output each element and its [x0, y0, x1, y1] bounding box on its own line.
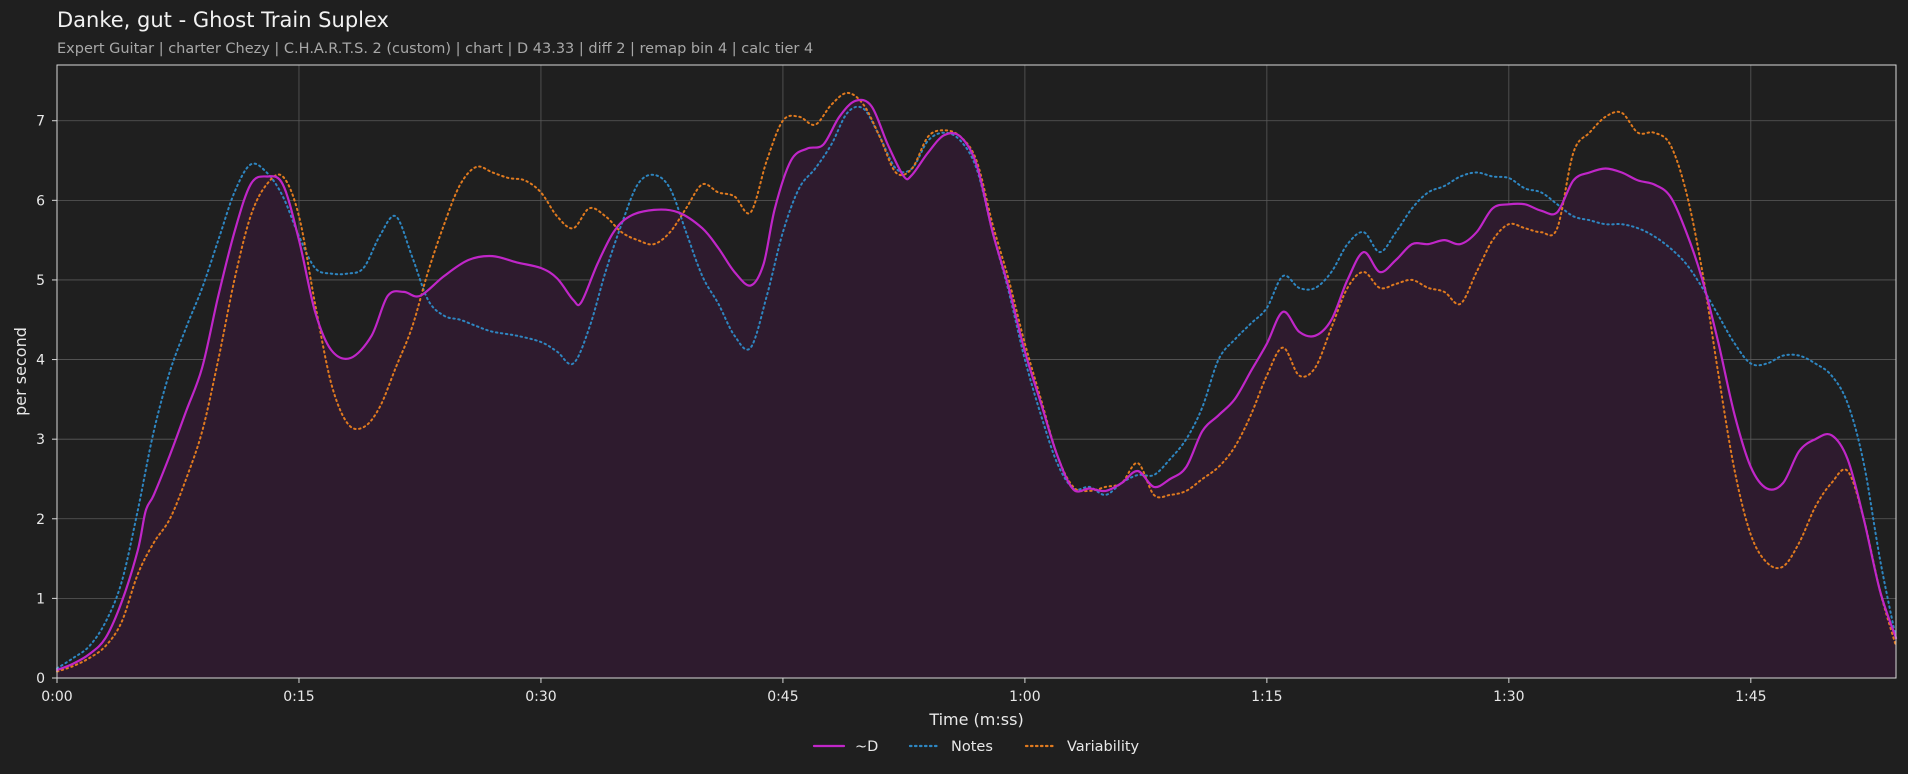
x-tick-label: 0:00 — [41, 689, 72, 705]
x-tick-label: 0:15 — [283, 689, 314, 705]
legend-item-variability: Variability — [1024, 739, 1140, 755]
d-area-fill — [57, 99, 1896, 679]
y-axis-label: per second — [11, 327, 30, 416]
legend-label: Variability — [1067, 739, 1140, 755]
x-axis-ticks: 0:00 0:15 0:30 0:45 1:00 1:15 1:30 1:45 — [41, 678, 1767, 705]
y-tick-label: 0 — [36, 671, 45, 687]
y-tick-label: 4 — [36, 353, 45, 369]
x-tick-label: 1:00 — [1009, 689, 1040, 705]
y-tick-label: 2 — [36, 512, 45, 528]
x-tick-label: 1:15 — [1251, 689, 1282, 705]
legend-label: Notes — [951, 739, 993, 755]
d-series-area — [57, 99, 1896, 679]
legend-item-d: ~D — [812, 739, 878, 755]
y-tick-label: 3 — [36, 432, 45, 448]
y-tick-label: 1 — [36, 591, 45, 607]
y-tick-label: 7 — [36, 114, 45, 130]
legend: ~D Notes Variability — [812, 739, 1140, 755]
x-tick-label: 1:30 — [1493, 689, 1524, 705]
y-axis-ticks: 0 1 2 3 4 5 6 7 — [36, 114, 57, 687]
line-chart: 0:00 0:15 0:30 0:45 1:00 1:15 1:30 1:45 0 1 2 3 4 5 6… — [11, 64, 1898, 755]
y-tick-label: 6 — [36, 193, 45, 209]
x-tick-label: 0:30 — [525, 689, 556, 705]
x-axis-label: Time (m:ss) — [928, 710, 1023, 729]
legend-label: ~D — [855, 739, 878, 755]
legend-item-notes: Notes — [908, 739, 993, 755]
x-tick-label: 1:45 — [1735, 689, 1766, 705]
y-tick-label: 5 — [36, 273, 45, 289]
x-tick-label: 0:45 — [767, 689, 798, 705]
